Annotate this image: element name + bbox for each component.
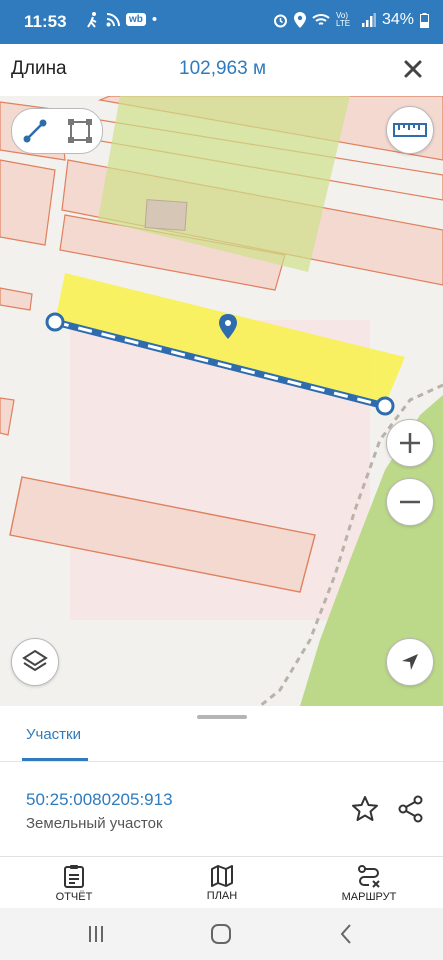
recents-icon[interactable] bbox=[86, 924, 106, 944]
battery-icon bbox=[420, 12, 429, 28]
zoom-in-icon bbox=[400, 433, 420, 453]
alarm-icon bbox=[273, 14, 287, 27]
dot-icon: • bbox=[151, 11, 158, 28]
line-measure-button[interactable] bbox=[12, 109, 57, 153]
status-bar: 11:53 wb • Vo) LTE 34% bbox=[0, 0, 443, 44]
measure-mode-toggle bbox=[11, 108, 103, 154]
pin-dot bbox=[225, 320, 231, 326]
battery-percent: 34% bbox=[381, 11, 414, 28]
close-icon[interactable] bbox=[398, 54, 428, 84]
route-icon bbox=[358, 864, 380, 888]
status-left-icons: wb • bbox=[86, 11, 157, 28]
nav-route-label: МАРШРУТ bbox=[341, 890, 397, 903]
area-measure-icon bbox=[67, 119, 92, 143]
nav-report-label: ОТЧЁТ bbox=[55, 890, 93, 903]
building bbox=[144, 199, 188, 231]
back-icon[interactable] bbox=[338, 923, 354, 945]
navigate-icon bbox=[402, 654, 418, 670]
zoom-in-button[interactable] bbox=[386, 419, 434, 467]
nav-route[interactable]: МАРШРУТ bbox=[334, 857, 404, 909]
signal-icon bbox=[361, 13, 376, 27]
tab-parcels[interactable]: Участки bbox=[26, 726, 81, 743]
area-measure-button[interactable] bbox=[57, 109, 102, 153]
my-location-button[interactable] bbox=[386, 638, 434, 686]
wifi-icon bbox=[312, 14, 330, 25]
layers-icon bbox=[22, 649, 48, 672]
status-time: 11:53 bbox=[24, 12, 67, 31]
divider bbox=[0, 761, 443, 762]
layers-button[interactable] bbox=[11, 638, 59, 686]
measure-length-value: 102,963 м bbox=[179, 58, 267, 79]
nav-report[interactable]: ОТЧЁТ bbox=[44, 857, 104, 909]
ruler-button[interactable] bbox=[386, 106, 434, 154]
map-plan-icon bbox=[211, 864, 233, 887]
nav-plan[interactable]: ПЛАН bbox=[192, 857, 252, 909]
zoom-out-icon bbox=[400, 500, 420, 504]
ruler-icon bbox=[393, 123, 427, 137]
measure-end-handle[interactable] bbox=[375, 396, 395, 416]
parcel bbox=[0, 159, 56, 246]
parcel-number-link[interactable]: 50:25:0080205:913 bbox=[26, 790, 173, 810]
measure-header: Длина 102,963 м bbox=[0, 44, 443, 96]
volte-label: Vo) LTE bbox=[335, 11, 351, 28]
drag-handle[interactable] bbox=[197, 715, 247, 719]
location-icon bbox=[293, 12, 306, 28]
zoom-out-button[interactable] bbox=[386, 478, 434, 526]
measure-start-handle[interactable] bbox=[45, 312, 65, 332]
parcel-type: Земельный участок bbox=[26, 815, 163, 832]
bottom-nav: ОТЧЁТ ПЛАН МАРШРУТ bbox=[0, 856, 443, 909]
parcels-sheet: Участки 50:25:0080205:913 Земельный учас… bbox=[0, 706, 443, 856]
map-view[interactable] bbox=[0, 96, 443, 706]
system-nav-bar bbox=[0, 908, 443, 960]
rss-icon bbox=[106, 12, 120, 26]
map-canvas[interactable] bbox=[0, 96, 443, 706]
report-icon bbox=[64, 864, 84, 888]
star-icon[interactable] bbox=[350, 794, 380, 824]
nav-plan-label: ПЛАН bbox=[206, 889, 238, 902]
status-right-icons: Vo) LTE 34% bbox=[273, 11, 429, 29]
wb-icon: wb bbox=[126, 13, 146, 26]
header-title: Длина bbox=[11, 58, 67, 79]
line-measure-icon bbox=[23, 119, 46, 143]
share-icon[interactable] bbox=[396, 794, 426, 824]
walk-icon bbox=[87, 11, 97, 28]
home-icon[interactable] bbox=[210, 923, 232, 945]
